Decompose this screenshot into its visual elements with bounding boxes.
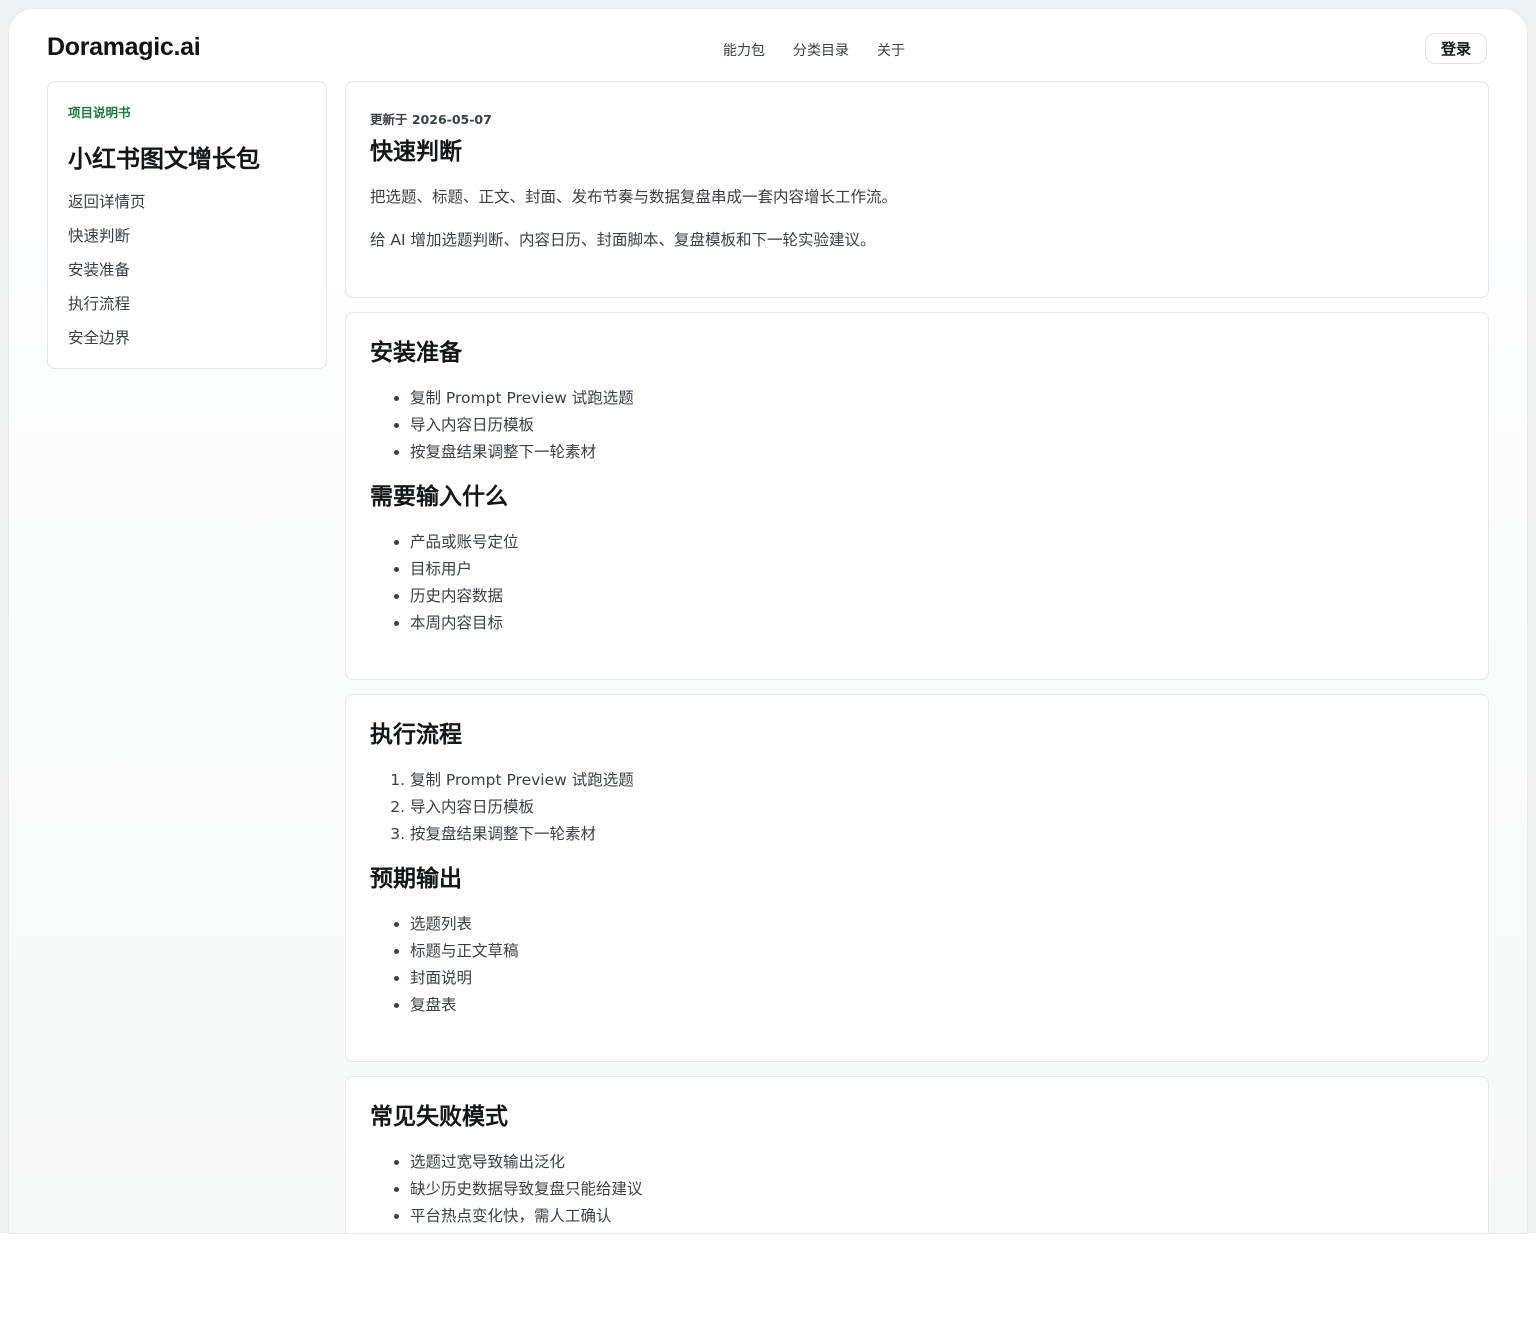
expected-output-list: 选题列表 标题与正文草稿 封面说明 复盘表 — [370, 911, 1464, 1019]
sidebar-title: 小红书图文增长包 — [68, 145, 260, 173]
quick-judgment-card: 更新于 2026-05-07 快速判断 把选题、标题、正文、封面、发布节奏与数据… — [345, 81, 1489, 298]
quick-judgment-paragraph: 把选题、标题、正文、封面、发布节奏与数据复盘串成一套内容增长工作流。 — [370, 188, 898, 206]
sidebar-eyebrow: 项目说明书 — [68, 105, 131, 120]
login-button[interactable]: 登录 — [1425, 33, 1487, 64]
list-item: 缺少历史数据导致复盘只能给建议 — [410, 1176, 1464, 1203]
install-prep-card: 安装准备 复制 Prompt Preview 试跑选题 导入内容日历模板 按复盘… — [345, 312, 1489, 680]
sidebar-item-execution-flow[interactable]: 执行流程 — [68, 287, 306, 321]
list-item: 选题列表 — [410, 911, 1464, 938]
execution-steps-list: 复制 Prompt Preview 试跑选题 导入内容日历模板 按复盘结果调整下… — [370, 767, 1464, 848]
execution-flow-heading: 执行流程 — [370, 722, 462, 748]
install-prep-list: 复制 Prompt Preview 试跑选题 导入内容日历模板 按复盘结果调整下… — [370, 385, 1464, 466]
failure-modes-card: 常见失败模式 选题过宽导致输出泛化 缺少历史数据导致复盘只能给建议 平台热点变化… — [345, 1076, 1489, 1233]
install-prep-heading: 安装准备 — [370, 340, 462, 366]
sidebar-toc: 项目说明书 小红书图文增长包 返回详情页 快速判断 安装准备 执行流程 安全边界 — [47, 81, 327, 369]
list-item: 标题与正文草稿 — [410, 938, 1464, 965]
list-item: 产品或账号定位 — [410, 529, 1464, 556]
brand-logo[interactable]: Doramagic.ai — [47, 33, 201, 62]
nav-category-directory[interactable]: 分类目录 — [793, 40, 849, 60]
list-item: 选题过宽导致输出泛化 — [410, 1149, 1464, 1176]
execution-flow-card: 执行流程 复制 Prompt Preview 试跑选题 导入内容日历模板 按复盘… — [345, 694, 1489, 1062]
step-item: 复制 Prompt Preview 试跑选题 — [410, 767, 1464, 794]
nav-capability-packs[interactable]: 能力包 — [723, 40, 765, 60]
quick-judgment-heading: 快速判断 — [370, 139, 462, 165]
list-item: 目标用户 — [410, 556, 1464, 583]
step-item: 导入内容日历模板 — [410, 794, 1464, 821]
inputs-heading: 需要输入什么 — [370, 484, 508, 510]
sidebar-item-safety-boundary[interactable]: 安全边界 — [68, 321, 306, 355]
updated-date: 更新于 2026-05-07 — [370, 112, 492, 127]
sidebar-item-install-prep[interactable]: 安装准备 — [68, 253, 306, 287]
main-nav: 能力包 分类目录 关于 — [723, 40, 905, 60]
failure-modes-list: 选题过宽导致输出泛化 缺少历史数据导致复盘只能给建议 平台热点变化快，需人工确认 — [370, 1149, 1464, 1230]
list-item: 按复盘结果调整下一轮素材 — [410, 439, 1464, 466]
list-item: 复盘表 — [410, 992, 1464, 1019]
step-item: 按复盘结果调整下一轮素材 — [410, 821, 1464, 848]
list-item: 平台热点变化快，需人工确认 — [410, 1203, 1464, 1230]
expected-output-heading: 预期输出 — [370, 866, 462, 892]
sidebar-item-back-to-details[interactable]: 返回详情页 — [68, 185, 306, 219]
app-window: Doramagic.ai 能力包 分类目录 关于 登录 项目说明书 小红书图文增… — [9, 9, 1527, 1233]
quick-judgment-paragraph: 给 AI 增加选题判断、内容日历、封面脚本、复盘模板和下一轮实验建议。 — [370, 231, 876, 249]
list-item: 复制 Prompt Preview 试跑选题 — [410, 385, 1464, 412]
inputs-list: 产品或账号定位 目标用户 历史内容数据 本周内容目标 — [370, 529, 1464, 637]
sidebar-links: 返回详情页 快速判断 安装准备 执行流程 安全边界 — [68, 185, 306, 355]
list-item: 本周内容目标 — [410, 610, 1464, 637]
top-header: Doramagic.ai 能力包 分类目录 关于 登录 — [9, 9, 1527, 81]
list-item: 导入内容日历模板 — [410, 412, 1464, 439]
sidebar-item-quick-judgment[interactable]: 快速判断 — [68, 219, 306, 253]
nav-about[interactable]: 关于 — [877, 40, 905, 60]
list-item: 封面说明 — [410, 965, 1464, 992]
list-item: 历史内容数据 — [410, 583, 1464, 610]
failure-modes-heading: 常见失败模式 — [370, 1104, 508, 1130]
